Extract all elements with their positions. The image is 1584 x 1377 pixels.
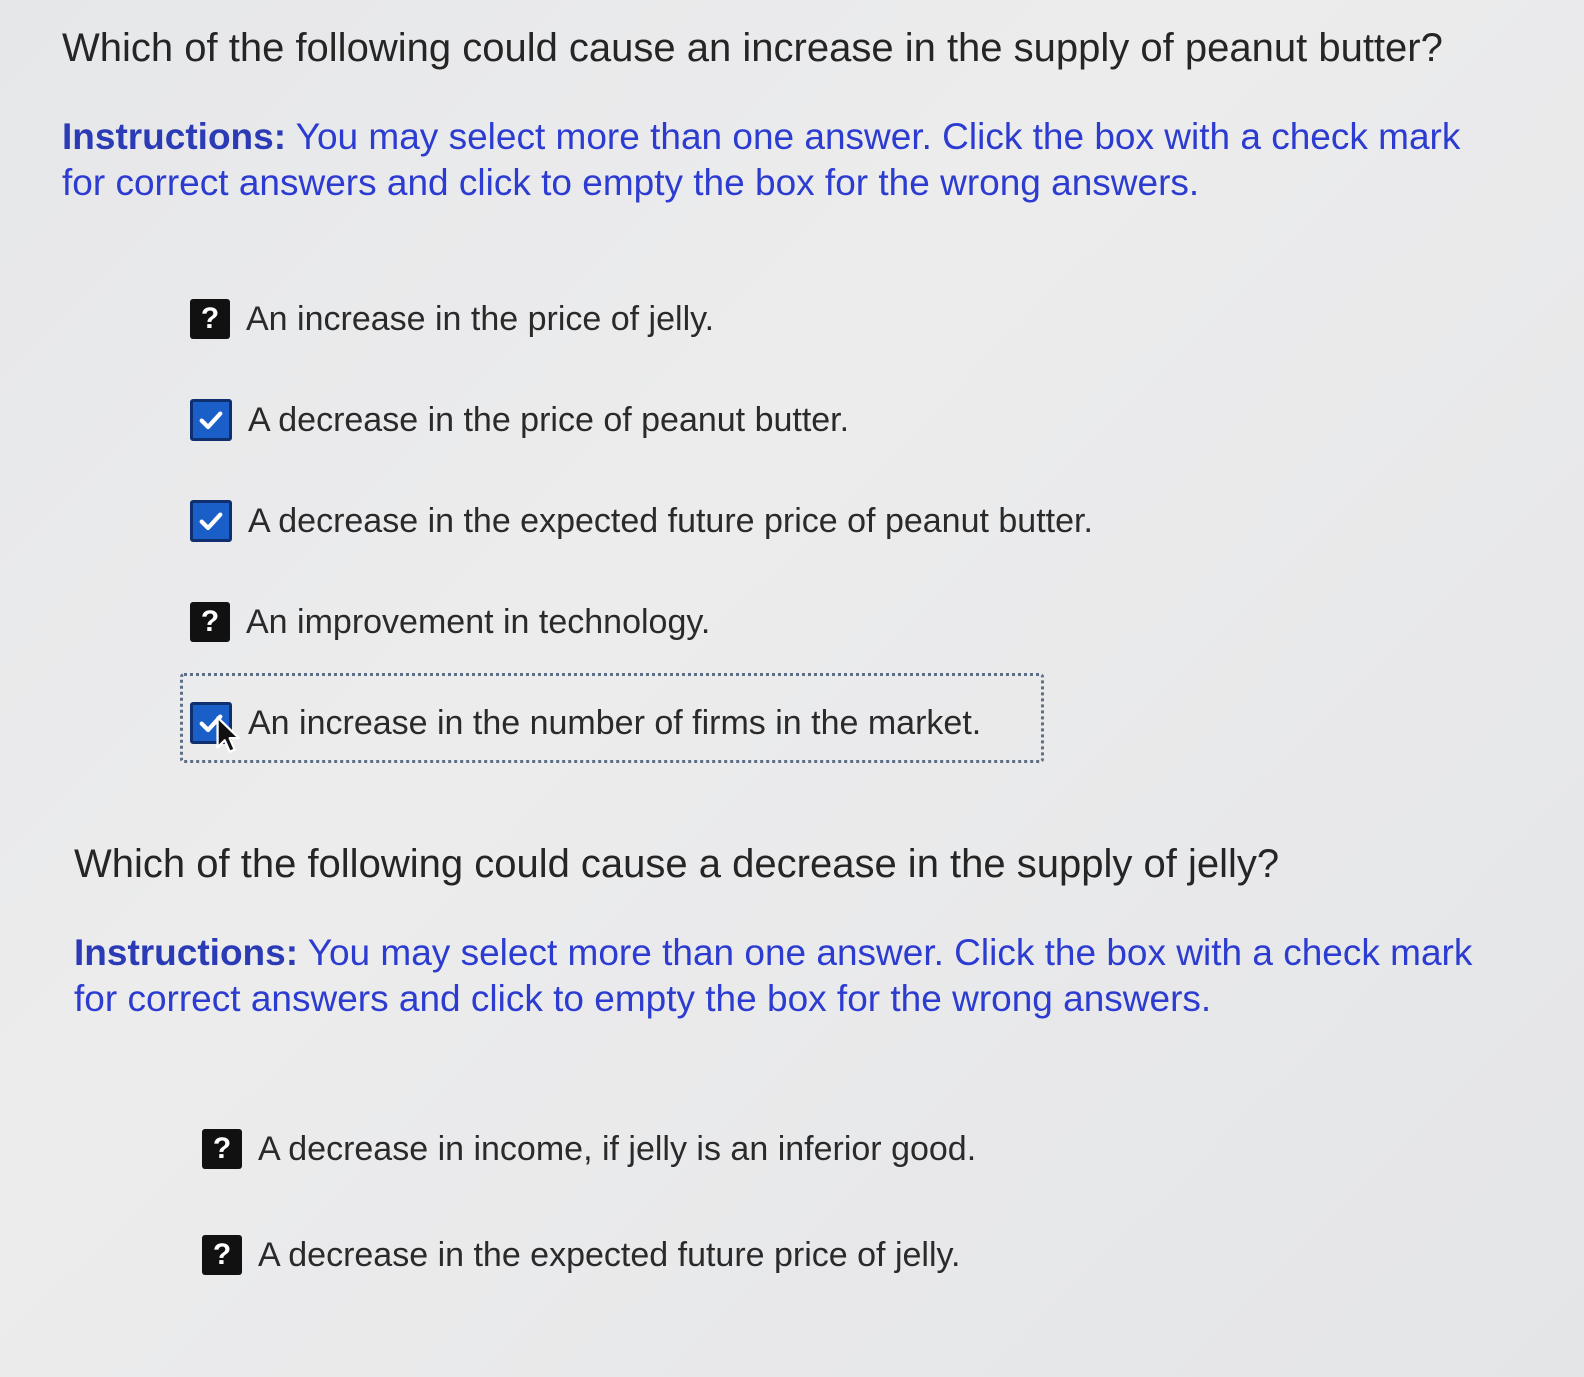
option-row[interactable]: ? A decrease in income, if jelly is an i… <box>202 1124 1584 1174</box>
checked-checkbox[interactable] <box>190 500 232 542</box>
option-label: An increase in the number of firms in th… <box>248 704 982 742</box>
option-row[interactable]: A decrease in the expected future price … <box>190 496 1584 546</box>
option-label: A decrease in income, if jelly is an inf… <box>258 1130 977 1168</box>
unknown-answer-checkbox[interactable]: ? <box>202 1129 242 1169</box>
option-label: An increase in the price of jelly. <box>246 300 715 338</box>
unknown-answer-checkbox[interactable]: ? <box>202 1235 242 1275</box>
question-1-prompt: Which of the following could cause an in… <box>62 26 1443 70</box>
checkmark-icon <box>199 512 223 531</box>
checked-checkbox[interactable] <box>190 399 232 441</box>
option-row-focused[interactable]: An increase in the number of firms in th… <box>180 673 1584 763</box>
option-row[interactable]: A decrease in the price of peanut butter… <box>190 395 1584 445</box>
question-1-options: ? An increase in the price of jelly. A d… <box>0 294 1584 763</box>
unknown-answer-checkbox[interactable]: ? <box>190 299 230 339</box>
question-2-prompt: Which of the following could cause a dec… <box>74 842 1280 886</box>
question-1-instructions: Instructions: You may select more than o… <box>0 114 1462 206</box>
unknown-answer-checkbox[interactable]: ? <box>190 602 230 642</box>
checkmark-icon <box>199 411 223 430</box>
instructions-lead: Instructions: <box>74 932 299 973</box>
question-2-options: ? A decrease in income, if jelly is an i… <box>0 1124 1584 1280</box>
option-label: A decrease in the price of peanut butter… <box>248 401 850 439</box>
question-2-instructions: Instructions: You may select more than o… <box>0 930 1474 1022</box>
option-row[interactable]: ? An improvement in technology. <box>190 597 1584 647</box>
option-label: An improvement in technology. <box>246 603 711 641</box>
mouse-pointer-icon <box>216 716 241 753</box>
option-label: A decrease in the expected future price … <box>258 1236 961 1274</box>
question-2: Which of the following could cause a dec… <box>0 838 1584 1336</box>
question-1: Which of the following could cause an in… <box>0 22 1584 799</box>
option-label: A decrease in the expected future price … <box>248 502 1093 540</box>
instructions-lead: Instructions: <box>62 116 287 157</box>
option-row[interactable]: ? An increase in the price of jelly. <box>190 294 1584 344</box>
option-row[interactable]: ? A decrease in the expected future pric… <box>202 1230 1584 1280</box>
